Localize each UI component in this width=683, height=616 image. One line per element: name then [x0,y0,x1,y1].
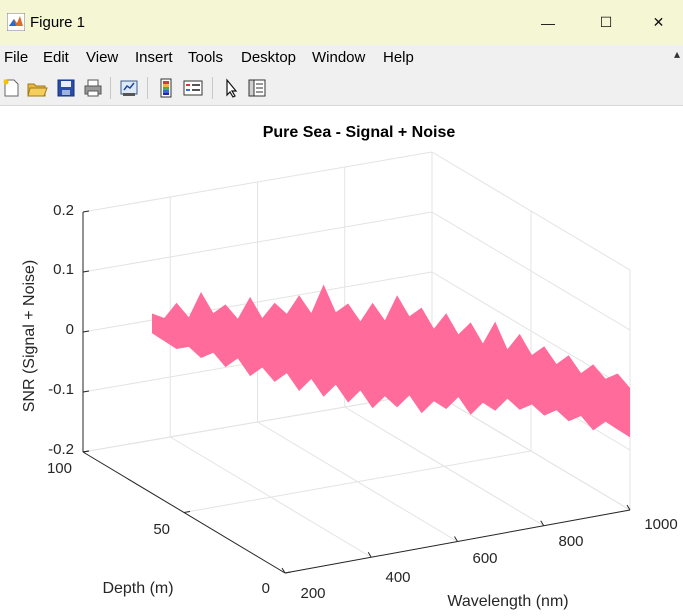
window-titlebar: Figure 1 — ☐ ✕ [0,0,683,45]
z-tick-label: -0.2 [48,441,74,458]
figure-toolbar [0,71,683,106]
menu-file[interactable]: File [4,49,28,66]
x-tick-label: 1000 [644,516,677,533]
z-axis-label: SNR (Signal + Noise) [21,260,38,413]
menu-view[interactable]: View [86,49,118,66]
toolbar-separator [212,77,213,99]
y-tick [284,571,292,574]
figure-canvas: Pure Sea - Signal + Noise Wavelength (nm… [0,106,683,611]
z-tick-label: -0.1 [48,381,74,398]
z-tick-label: 0.2 [53,202,74,219]
y-axis-label: Depth (m) [102,580,173,597]
x-tick-label: 400 [385,569,410,586]
menu-edit[interactable]: Edit [43,49,69,66]
window-title: Figure 1 [30,14,86,31]
save-icon[interactable] [55,77,77,99]
open-folder-icon[interactable] [26,77,48,99]
x-tick-label: 800 [558,533,583,550]
y-tick-label: 0 [262,580,270,597]
menu-window[interactable]: Window [312,49,365,66]
menu-desktop[interactable]: Desktop [241,49,296,66]
y-tick [183,511,191,513]
toolbar-separator [147,77,148,99]
close-button[interactable]: ✕ [634,0,683,45]
menu-bar: File Edit View Insert Tools Desktop Wind… [0,45,683,71]
menu-overflow-arrow-icon[interactable]: ▴ [674,47,680,61]
insert-colorbar-icon[interactable] [155,77,177,99]
y-tick-label: 50 [153,521,170,538]
surface-plot: Pure Sea - Signal + Noise Wavelength (nm… [21,124,678,610]
chart-title: Pure Sea - Signal + Noise [263,124,456,141]
y-tick-label: 100 [47,460,72,477]
link-plot-icon[interactable] [118,77,140,99]
menu-insert[interactable]: Insert [135,49,173,66]
matlab-logo-icon [7,13,25,31]
x-tick-label: 600 [472,550,497,567]
z-tick-label: 0.1 [53,261,74,278]
minimize-button[interactable]: — [518,0,578,45]
property-inspector-icon[interactable] [246,77,268,99]
maximize-button[interactable]: ☐ [576,0,636,45]
insert-legend-icon[interactable] [182,77,204,99]
y-grid-line [183,450,532,513]
edit-plot-arrow-icon[interactable] [220,77,242,99]
x-tick-label: 200 [300,585,325,602]
x-axis-label: Wavelength (nm) [447,593,568,610]
print-icon[interactable] [82,77,104,99]
z-tick-label: 0 [66,321,74,338]
new-figure-icon[interactable] [0,77,22,99]
toolbar-separator [110,77,111,99]
menu-tools[interactable]: Tools [188,49,223,66]
menu-help[interactable]: Help [383,49,414,66]
